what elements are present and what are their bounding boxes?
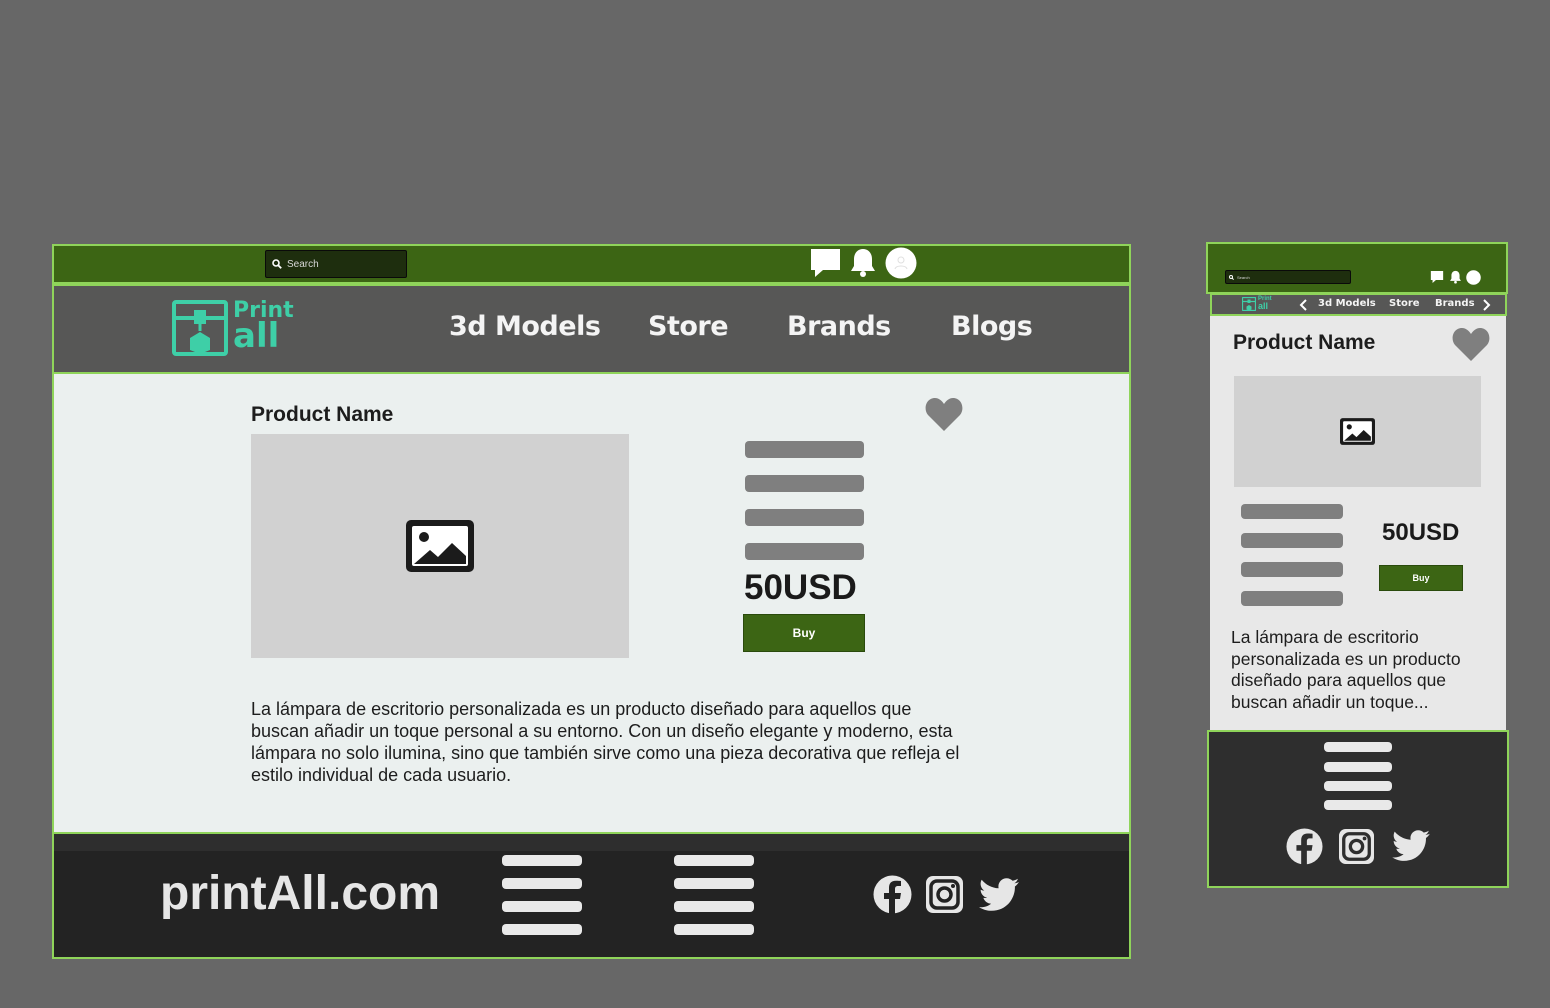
buy-button[interactable]: Buy <box>743 614 865 652</box>
product-name: Product Name <box>251 403 394 426</box>
mobile-nav-store[interactable]: Store <box>1389 298 1420 309</box>
mobile-top-bar <box>1206 242 1508 294</box>
mobile-search-placeholder: Search <box>1237 274 1250 280</box>
printall-logo-icon[interactable] <box>1242 297 1256 311</box>
product-description: La lámpara de escritorio personalizada e… <box>251 699 960 785</box>
mobile-footer-menu-list[interactable] <box>1324 742 1392 810</box>
mobile-nav-brands[interactable]: Brands <box>1435 298 1475 309</box>
product-price: 50USD <box>744 568 857 607</box>
search-placeholder: Search <box>287 258 319 270</box>
mobile-buy-button[interactable]: Buy <box>1379 565 1463 591</box>
heart-icon[interactable] <box>1451 326 1491 362</box>
product-detail-line <box>745 509 864 526</box>
mobile-product-detail-line <box>1241 533 1343 548</box>
facebook-icon[interactable] <box>873 875 912 914</box>
mobile-product-description: La lámpara de escritorio personalizada e… <box>1231 627 1461 712</box>
user-avatar-icon[interactable] <box>885 247 917 279</box>
chevron-left-icon[interactable] <box>1299 299 1308 311</box>
mobile-product-image-placeholder <box>1234 376 1481 487</box>
facebook-icon[interactable] <box>1286 828 1323 865</box>
product-image-placeholder <box>251 434 629 658</box>
product-detail-line <box>745 475 864 492</box>
image-icon <box>1340 418 1375 445</box>
twitter-icon[interactable] <box>979 878 1019 912</box>
footer-site-name: printAll.com <box>160 867 441 920</box>
search-icon <box>1229 274 1234 280</box>
mobile-nav-3d-models[interactable]: 3d Models <box>1318 298 1376 309</box>
user-avatar-icon[interactable] <box>1466 270 1481 285</box>
nav-blogs[interactable]: Blogs <box>951 311 1033 342</box>
printall-logo-icon[interactable] <box>172 300 228 356</box>
footer-menu-list-1[interactable] <box>502 855 582 935</box>
image-icon <box>406 520 474 572</box>
mobile-product-price: 50USD <box>1382 519 1460 546</box>
mobile-product-detail-line <box>1241 504 1343 519</box>
desktop-top-bar <box>52 244 1131 284</box>
nav-store[interactable]: Store <box>648 311 729 342</box>
product-detail-line <box>745 441 864 458</box>
search-icon <box>272 259 282 269</box>
nav-brands[interactable]: Brands <box>787 311 891 342</box>
chat-icon[interactable] <box>809 247 842 279</box>
mobile-search-input[interactable]: Search <box>1225 270 1351 284</box>
search-input[interactable]: Search <box>265 250 407 278</box>
product-detail-line <box>745 543 864 560</box>
bell-icon[interactable] <box>849 247 877 278</box>
instagram-icon[interactable] <box>1339 829 1374 864</box>
mobile-product-detail-line <box>1241 562 1343 577</box>
logo-text-all: all <box>233 316 280 356</box>
instagram-icon[interactable] <box>926 876 963 913</box>
twitter-icon[interactable] <box>1392 830 1430 862</box>
nav-3d-models[interactable]: 3d Models <box>449 311 601 342</box>
chat-icon[interactable] <box>1430 270 1444 284</box>
bell-icon[interactable] <box>1449 270 1462 284</box>
mobile-logo-text-all: all <box>1258 301 1269 311</box>
mobile-product-detail-line <box>1241 591 1343 606</box>
chevron-right-icon[interactable] <box>1482 299 1491 311</box>
heart-icon[interactable] <box>924 396 964 432</box>
mobile-product-name: Product Name <box>1233 331 1376 354</box>
footer-menu-list-2[interactable] <box>674 855 754 935</box>
